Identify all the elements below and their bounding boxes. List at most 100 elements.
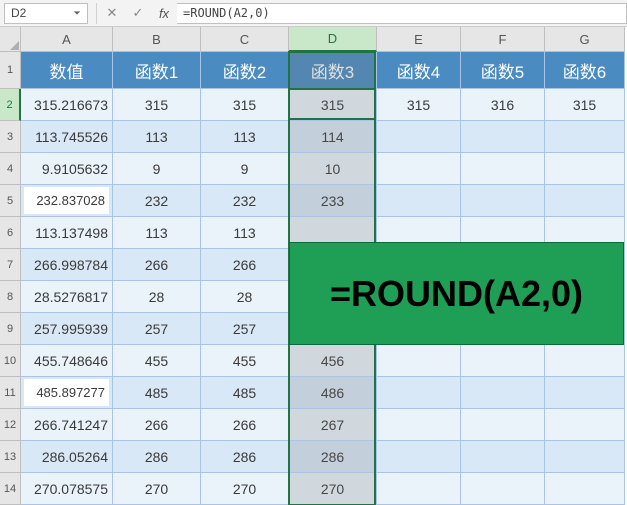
cell-G3[interactable] xyxy=(545,121,625,153)
cell-D2[interactable]: 315 xyxy=(289,89,377,121)
cell-B11[interactable]: 485 xyxy=(113,377,201,409)
column-header-F[interactable]: F xyxy=(461,27,545,52)
cell-B4[interactable]: 9 xyxy=(113,153,201,185)
row-header-3[interactable]: 3 xyxy=(0,121,21,153)
cell-F2[interactable]: 316 xyxy=(461,89,545,121)
cell-C7[interactable]: 266 xyxy=(201,249,289,281)
cell-E3[interactable] xyxy=(377,121,461,153)
cell-D3[interactable]: 114 xyxy=(289,121,377,153)
column-header-G[interactable]: G xyxy=(545,27,625,52)
row-header-12[interactable]: 12 xyxy=(0,409,21,441)
cell-B2[interactable]: 315 xyxy=(113,89,201,121)
cell-A5[interactable]: 232.837028 xyxy=(21,185,113,217)
cell-A3[interactable]: 113.745526 xyxy=(21,121,113,153)
cell-G13[interactable] xyxy=(545,441,625,473)
cell-F5[interactable] xyxy=(461,185,545,217)
enter-formula-button[interactable]: ✓ xyxy=(125,3,151,24)
column-header-B[interactable]: B xyxy=(113,27,201,52)
cell-C13[interactable]: 286 xyxy=(201,441,289,473)
cell-B3[interactable]: 113 xyxy=(113,121,201,153)
name-box-dropdown[interactable] xyxy=(69,6,84,21)
row-header-2[interactable]: 2 xyxy=(0,89,21,121)
cell-F14[interactable] xyxy=(461,473,545,505)
cell-E13[interactable] xyxy=(377,441,461,473)
column-header-C[interactable]: C xyxy=(201,27,289,52)
cell-C6[interactable]: 113 xyxy=(201,217,289,249)
cell-E5[interactable] xyxy=(377,185,461,217)
header-cell-C[interactable]: 函数2 xyxy=(201,52,289,89)
insert-function-button[interactable]: fx xyxy=(151,3,177,24)
cell-C3[interactable]: 113 xyxy=(201,121,289,153)
cell-F11[interactable] xyxy=(461,377,545,409)
cell-G2[interactable]: 315 xyxy=(545,89,625,121)
header-cell-E[interactable]: 函数4 xyxy=(377,52,461,89)
cell-E4[interactable] xyxy=(377,153,461,185)
cell-A14[interactable]: 270.078575 xyxy=(21,473,113,505)
header-cell-G[interactable]: 函数6 xyxy=(545,52,625,89)
cell-C11[interactable]: 485 xyxy=(201,377,289,409)
column-header-D[interactable]: D xyxy=(289,27,377,52)
cell-G12[interactable] xyxy=(545,409,625,441)
cell-A7[interactable]: 266.998784 xyxy=(21,249,113,281)
cell-C5[interactable]: 232 xyxy=(201,185,289,217)
cell-C2[interactable]: 315 xyxy=(201,89,289,121)
row-header-14[interactable]: 14 xyxy=(0,473,21,505)
cell-E11[interactable] xyxy=(377,377,461,409)
cell-B14[interactable]: 270 xyxy=(113,473,201,505)
cancel-formula-button[interactable]: ✕ xyxy=(99,3,125,24)
header-cell-A[interactable]: 数值 xyxy=(21,52,113,89)
cell-D10[interactable]: 456 xyxy=(289,345,377,377)
cell-A4[interactable]: 9.9105632 xyxy=(21,153,113,185)
header-cell-B[interactable]: 函数1 xyxy=(113,52,201,89)
cell-F13[interactable] xyxy=(461,441,545,473)
cell-B12[interactable]: 266 xyxy=(113,409,201,441)
select-all-corner[interactable] xyxy=(0,27,21,52)
column-header-E[interactable]: E xyxy=(377,27,461,52)
header-cell-D[interactable]: 函数3 xyxy=(289,52,377,89)
cell-A6[interactable]: 113.137498 xyxy=(21,217,113,249)
row-header-8[interactable]: 8 xyxy=(0,281,21,313)
cell-F12[interactable] xyxy=(461,409,545,441)
header-cell-F[interactable]: 函数5 xyxy=(461,52,545,89)
cell-E2[interactable]: 315 xyxy=(377,89,461,121)
row-header-4[interactable]: 4 xyxy=(0,153,21,185)
cell-G14[interactable] xyxy=(545,473,625,505)
cell-A13[interactable]: 286.05264 xyxy=(21,441,113,473)
cell-G10[interactable] xyxy=(545,345,625,377)
cell-F10[interactable] xyxy=(461,345,545,377)
row-header-11[interactable]: 11 xyxy=(0,377,21,409)
cell-B13[interactable]: 286 xyxy=(113,441,201,473)
cell-G11[interactable] xyxy=(545,377,625,409)
cell-A8[interactable]: 28.5276817 xyxy=(21,281,113,313)
cell-F4[interactable] xyxy=(461,153,545,185)
cell-D13[interactable]: 286 xyxy=(289,441,377,473)
cell-C4[interactable]: 9 xyxy=(201,153,289,185)
row-header-10[interactable]: 10 xyxy=(0,345,21,377)
cell-E12[interactable] xyxy=(377,409,461,441)
cell-C12[interactable]: 266 xyxy=(201,409,289,441)
cell-B6[interactable]: 113 xyxy=(113,217,201,249)
row-header-9[interactable]: 9 xyxy=(0,313,21,345)
cell-E10[interactable] xyxy=(377,345,461,377)
cell-B7[interactable]: 266 xyxy=(113,249,201,281)
cell-A12[interactable]: 266.741247 xyxy=(21,409,113,441)
cell-G4[interactable] xyxy=(545,153,625,185)
row-header-5[interactable]: 5 xyxy=(0,185,21,217)
name-box[interactable]: D2 xyxy=(4,3,88,24)
cell-C14[interactable]: 270 xyxy=(201,473,289,505)
column-header-A[interactable]: A xyxy=(21,27,113,52)
row-header-1[interactable]: 1 xyxy=(0,52,21,89)
formula-input[interactable]: =ROUND(A2,0) xyxy=(177,3,627,24)
cell-D4[interactable]: 10 xyxy=(289,153,377,185)
cell-G5[interactable] xyxy=(545,185,625,217)
cell-D11[interactable]: 486 xyxy=(289,377,377,409)
cell-C10[interactable]: 455 xyxy=(201,345,289,377)
cell-C9[interactable]: 257 xyxy=(201,313,289,345)
cell-A2[interactable]: 315.216673 xyxy=(21,89,113,121)
cell-D14[interactable]: 270 xyxy=(289,473,377,505)
cell-B8[interactable]: 28 xyxy=(113,281,201,313)
cell-E14[interactable] xyxy=(377,473,461,505)
cell-A11[interactable]: 485.897277 xyxy=(21,377,113,409)
cell-D5[interactable]: 233 xyxy=(289,185,377,217)
cell-B9[interactable]: 257 xyxy=(113,313,201,345)
